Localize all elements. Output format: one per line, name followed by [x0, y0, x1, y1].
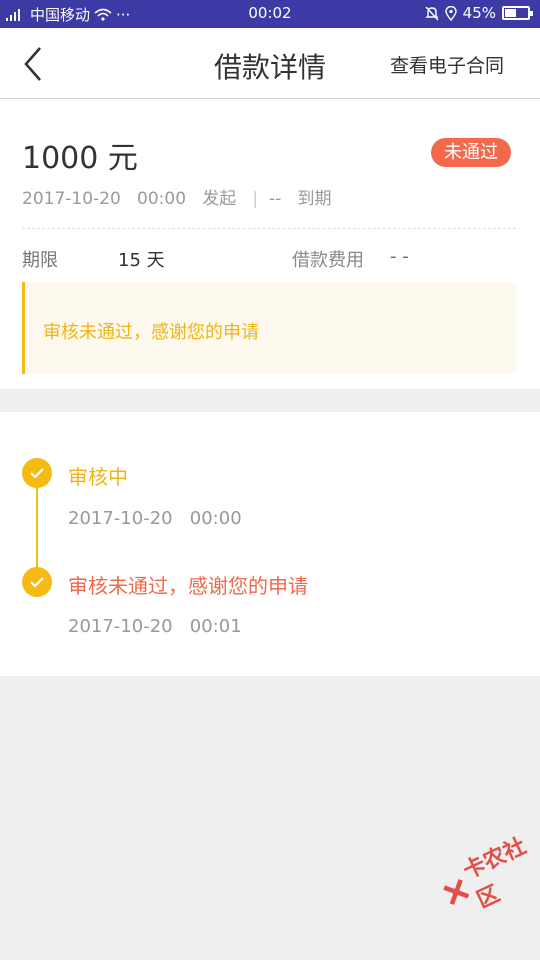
status-badge: 未通过 — [431, 138, 511, 167]
fee-value: - - — [390, 246, 409, 267]
review-notice: 审核未通过，感谢您的申请 — [22, 282, 516, 374]
status-right: 45% — [424, 4, 533, 22]
loan-dates: 2017-10-20 00:00 发起 | -- 到期 — [22, 184, 332, 209]
view-contract-link[interactable]: 查看电子合同 — [390, 51, 504, 78]
battery-icon — [502, 6, 533, 20]
term-label: 期限 — [22, 250, 58, 271]
location-icon — [444, 5, 457, 21]
check-circle-icon — [22, 567, 52, 597]
battery-percent: 45% — [462, 4, 496, 22]
fee-label: 借款费用 — [292, 250, 364, 271]
loan-info-card: 1000 元 未通过 2017-10-20 00:00 发起 | -- 到期 期… — [0, 99, 540, 389]
status-bar: 中国移动 ··· 00:02 45% — [0, 0, 540, 28]
alarm-off-icon — [424, 6, 439, 20]
dashed-divider — [22, 228, 516, 229]
timeline-connector — [36, 474, 38, 578]
watermark-text: 卡农社区 — [459, 833, 531, 914]
start-date: 2017-10-20 — [22, 189, 121, 209]
check-circle-icon — [22, 458, 52, 488]
review-notice-text: 审核未通过，感谢您的申请 — [43, 322, 259, 343]
term-value: 15 天 — [118, 250, 165, 271]
back-button[interactable] — [16, 44, 52, 84]
due-date: -- — [269, 189, 282, 209]
chevron-left-icon — [24, 47, 41, 81]
due-label: 到期 — [297, 189, 332, 209]
start-time: 00:00 — [137, 189, 187, 209]
watermark: 卡农社区 — [432, 822, 540, 926]
timeline-step-time: 2017-10-20 00:01 — [68, 616, 242, 637]
timeline-step-title: 审核未通过，感谢您的申请 — [68, 574, 308, 598]
battery-level — [505, 9, 516, 17]
timeline-step-title: 审核中 — [68, 465, 128, 489]
navigation-bar: 借款详情 查看电子合同 — [0, 28, 540, 99]
progress-timeline: 审核中 2017-10-20 00:00 审核未通过，感谢您的申请 2017-1… — [0, 412, 540, 676]
date-separator: | — [252, 189, 259, 209]
loan-amount: 1000 元 — [22, 141, 138, 176]
timeline-step-time: 2017-10-20 00:00 — [68, 508, 242, 529]
start-label: 发起 — [202, 189, 237, 209]
